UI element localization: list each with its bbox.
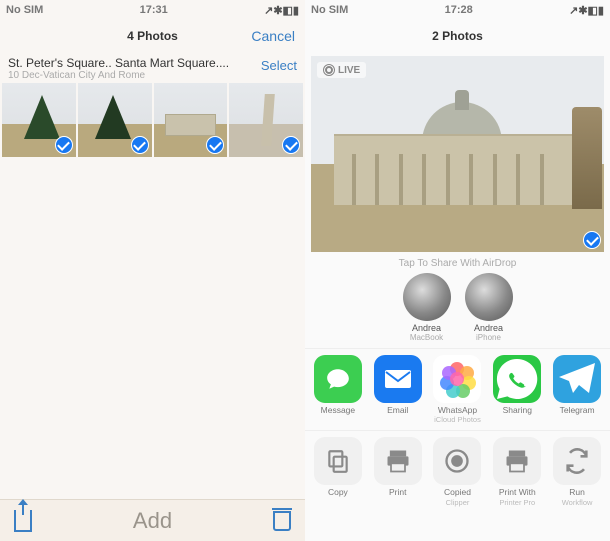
printerpro-icon bbox=[493, 437, 541, 485]
status-bar: No SIM 17:28 ↗✱◧▮ bbox=[305, 0, 610, 20]
copy-icon bbox=[314, 437, 362, 485]
contact-device: MacBook bbox=[400, 333, 454, 342]
action-print[interactable]: Print bbox=[369, 437, 427, 506]
action-label: Copy bbox=[309, 488, 367, 497]
check-icon bbox=[131, 136, 149, 154]
action-label: Print With bbox=[488, 488, 546, 497]
status-icons: ↗✱◧▮ bbox=[264, 4, 299, 17]
photos-icon bbox=[433, 355, 481, 403]
app-label: WhatsApp bbox=[429, 406, 487, 415]
app-sublabel: iCloud Photos bbox=[429, 415, 487, 424]
share-icon[interactable] bbox=[14, 510, 32, 532]
print-icon bbox=[374, 437, 422, 485]
sim-status: No SIM bbox=[311, 4, 348, 16]
share-app-telegram[interactable]: Telegram bbox=[548, 355, 606, 424]
photo-thumbnail[interactable] bbox=[229, 83, 303, 157]
airdrop-title: Tap To Share With AirDrop bbox=[305, 258, 610, 269]
action-sublabel: Workflow bbox=[548, 498, 606, 507]
action-label: Copied bbox=[429, 488, 487, 497]
app-label: Sharing bbox=[488, 406, 546, 415]
contact-name: Andrea bbox=[400, 323, 454, 333]
airdrop-contact[interactable]: Andrea iPhone bbox=[462, 273, 516, 342]
select-button[interactable]: Select bbox=[261, 56, 297, 73]
airdrop-section: Tap To Share With AirDrop Andrea MacBook… bbox=[305, 256, 610, 348]
contact-name: Andrea bbox=[462, 323, 516, 333]
clock: 17:28 bbox=[445, 4, 473, 16]
action-copy[interactable]: Copy bbox=[309, 437, 367, 506]
sim-status: No SIM bbox=[6, 4, 43, 16]
airdrop-contact[interactable]: Andrea MacBook bbox=[400, 273, 454, 342]
telegram-icon bbox=[553, 355, 601, 403]
nav-bar: 2 Photos bbox=[305, 20, 610, 52]
selected-photo[interactable]: LIVE bbox=[311, 56, 604, 252]
check-icon bbox=[282, 136, 300, 154]
action-sublabel: Printer Pro bbox=[488, 498, 546, 507]
photo-count: 4 Photos bbox=[127, 29, 178, 43]
moment-subtitle: 10 Dec-Vatican City And Rome bbox=[8, 70, 229, 81]
action-workflow[interactable]: Run Workflow bbox=[548, 437, 606, 506]
action-row: Copy Print Copied Clipper Print With Pri… bbox=[305, 430, 610, 512]
app-label: Message bbox=[309, 406, 367, 415]
photo-thumbnail[interactable] bbox=[78, 83, 152, 157]
contact-device: iPhone bbox=[462, 333, 516, 342]
workflow-icon bbox=[553, 437, 601, 485]
thumbnail-row bbox=[0, 81, 305, 159]
trash-icon[interactable] bbox=[273, 511, 291, 531]
nav-bar: 4 Photos Cancel bbox=[0, 20, 305, 52]
app-label: Telegram bbox=[548, 406, 606, 415]
action-printerpro[interactable]: Print With Printer Pro bbox=[488, 437, 546, 506]
photo-thumbnail[interactable] bbox=[154, 83, 228, 157]
clipper-icon bbox=[433, 437, 481, 485]
clock: 17:31 bbox=[140, 4, 168, 16]
share-app-whatsapp[interactable]: WhatsApp iCloud Photos bbox=[429, 355, 487, 424]
whatsapp-icon bbox=[493, 355, 541, 403]
action-label: Run bbox=[548, 488, 606, 497]
check-icon bbox=[55, 136, 73, 154]
moment-title: St. Peter's Square.. Santa Mart Square..… bbox=[8, 56, 229, 70]
cancel-button[interactable]: Cancel bbox=[251, 28, 295, 44]
share-app-row: Message Email bbox=[305, 348, 610, 430]
message-icon bbox=[314, 355, 362, 403]
phone-left: No SIM 17:31 ↗✱◧▮ 4 Photos Cancel St. Pe… bbox=[0, 0, 305, 541]
check-icon bbox=[583, 231, 601, 249]
status-icons: ↗✱◧▮ bbox=[569, 4, 604, 17]
photo-count: 2 Photos bbox=[432, 29, 483, 43]
add-button[interactable]: Add bbox=[133, 508, 172, 534]
status-bar: No SIM 17:31 ↗✱◧▮ bbox=[0, 0, 305, 20]
phone-right: No SIM 17:28 ↗✱◧▮ 2 Photos LIVE Tap To S… bbox=[305, 0, 610, 541]
photo-thumbnail[interactable] bbox=[2, 83, 76, 157]
email-icon bbox=[374, 355, 422, 403]
live-badge: LIVE bbox=[317, 62, 366, 78]
action-clipper[interactable]: Copied Clipper bbox=[429, 437, 487, 506]
avatar bbox=[403, 273, 451, 321]
app-label: Email bbox=[369, 406, 427, 415]
action-sublabel: Clipper bbox=[429, 498, 487, 507]
share-app-email[interactable]: Email bbox=[369, 355, 427, 424]
share-app-message[interactable]: Message bbox=[309, 355, 367, 424]
moment-header: St. Peter's Square.. Santa Mart Square..… bbox=[0, 52, 305, 81]
share-app-sharing[interactable]: Sharing bbox=[488, 355, 546, 424]
bottom-toolbar: Add bbox=[0, 499, 305, 541]
avatar bbox=[465, 273, 513, 321]
action-label: Print bbox=[369, 488, 427, 497]
